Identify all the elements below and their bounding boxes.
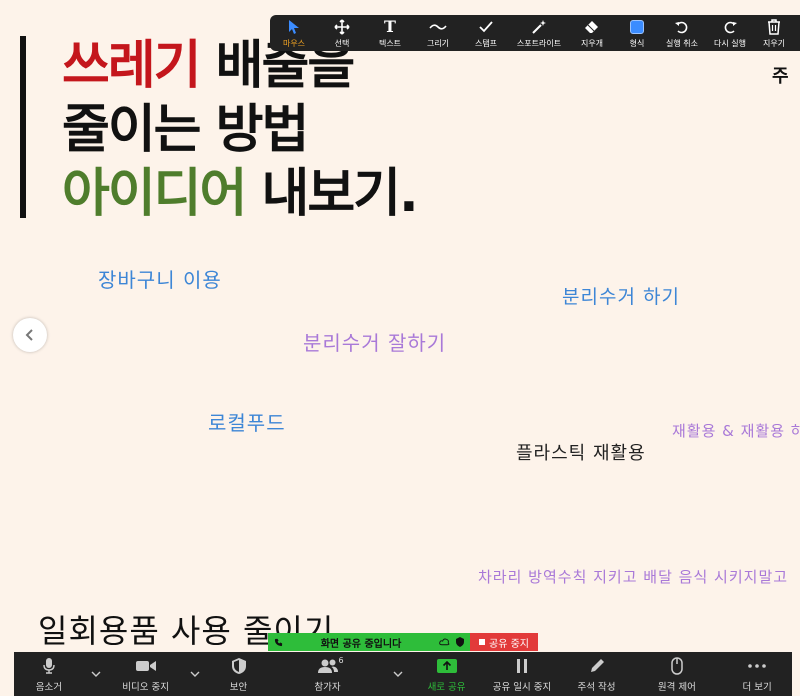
tool-draw[interactable]: 그리기 [414, 15, 462, 51]
meeting-toolbar: 음소거 비디오 중지 보안 참가자 6 새로 공유 공유 일시 중지 주석 작성 [14, 652, 792, 696]
share-status: 화면 공유 중입니다 [268, 633, 470, 651]
note-plastic: 플라스틱 재활용 [516, 443, 646, 464]
title-red-word: 쓰레기 [62, 36, 202, 96]
undo-icon [675, 21, 688, 33]
mouse-pointer-icon [289, 19, 299, 34]
tool-undo[interactable]: 실행 취소 [658, 15, 706, 51]
video-camera-icon [135, 660, 156, 671]
shield-icon [455, 637, 464, 647]
title-line-3-rest: 내보기. [245, 164, 418, 224]
corner-text: 주 [772, 66, 789, 87]
annotation-toolbar: 마우스 선택 T 텍스트 그리기 스탬프 스포트라이트 지우개 형식 실행 취소… [270, 15, 800, 51]
text-t-icon: T [384, 17, 396, 36]
screen-share-banner: 화면 공유 중입니다 공유 중지 [268, 633, 538, 651]
chevron-left-icon [25, 329, 33, 341]
title-accent-bar [20, 36, 26, 218]
stop-share-button[interactable]: 공유 중지 [470, 633, 538, 651]
note-recycle: 분리수거 하기 [562, 286, 680, 308]
tool-text[interactable]: T 텍스트 [366, 15, 414, 51]
more-dots-icon [748, 663, 766, 668]
tool-clear[interactable]: 지우기 [754, 15, 794, 51]
note-delivery: 차라리 방역수칙 지키고 배달 음식 시키지말고 [478, 568, 789, 586]
slide-title-line-2: 줄이는 방법 [62, 100, 309, 160]
tool-eraser[interactable]: 지우개 [568, 15, 616, 51]
audio-options-chevron[interactable] [84, 652, 109, 696]
tool-mouse[interactable]: 마우스 [270, 15, 318, 51]
checkmark-icon [479, 20, 493, 32]
tool-spotlight[interactable]: 스포트라이트 [510, 15, 568, 51]
stop-video-button[interactable]: 비디오 중지 [109, 652, 183, 696]
chevron-up-icon [91, 671, 101, 677]
title-green-word: 아이디어 [62, 164, 247, 224]
participants-icon [317, 659, 338, 673]
share-up-arrow-icon [436, 658, 457, 673]
note-reuse: 재활용 & 재활용 하 [672, 422, 800, 440]
participants-button[interactable]: 참가자 6 [269, 652, 385, 696]
remote-control-button[interactable]: 원격 제어 [631, 652, 722, 696]
chevron-up-icon [190, 671, 200, 677]
pencil-icon [590, 658, 604, 672]
redo-icon [724, 21, 737, 33]
stop-icon [479, 639, 485, 645]
note-shopping-bag: 장바구니 이용 [98, 268, 222, 292]
tool-select[interactable]: 선택 [318, 15, 366, 51]
magic-wand-icon [532, 19, 546, 34]
mute-button[interactable]: 음소거 [14, 652, 84, 696]
note-recycle-well: 분리수거 잘하기 [303, 331, 447, 355]
share-status-text: 화면 공유 중입니다 [320, 638, 402, 650]
security-button[interactable]: 보안 [208, 652, 270, 696]
tool-redo[interactable]: 다시 실행 [706, 15, 754, 51]
participants-options-chevron[interactable] [386, 652, 411, 696]
participants-count: 6 [338, 656, 344, 665]
color-swatch-icon [630, 19, 644, 34]
shield-icon [231, 657, 246, 674]
mouse-icon [671, 656, 683, 675]
tool-stamp[interactable]: 스탬프 [462, 15, 510, 51]
squiggle-icon [429, 23, 447, 30]
microphone-icon [43, 657, 55, 674]
video-options-chevron[interactable] [182, 652, 207, 696]
new-share-button[interactable]: 새로 공유 [411, 652, 483, 696]
more-button[interactable]: 더 보기 [722, 652, 792, 696]
cloud-icon [439, 638, 450, 646]
eraser-icon [585, 20, 598, 33]
shared-screen: 쓰레기 배출을 줄이는 방법 아이디어 내보기. 주 장바구니 이용 분리수거 … [0, 0, 800, 696]
slide-title-line-3: 아이디어 내보기. [62, 168, 419, 220]
prev-slide-button[interactable] [13, 318, 47, 352]
trash-icon [768, 18, 780, 35]
annotate-button[interactable]: 주석 작성 [562, 652, 632, 696]
phone-icon [274, 638, 283, 646]
pause-share-button[interactable]: 공유 일시 중지 [482, 652, 561, 696]
chevron-up-icon [393, 671, 403, 677]
tool-format[interactable]: 형식 [616, 15, 658, 51]
note-local-food: 로컬푸드 [208, 411, 286, 435]
pause-icon [517, 658, 528, 673]
move-icon [334, 18, 350, 35]
